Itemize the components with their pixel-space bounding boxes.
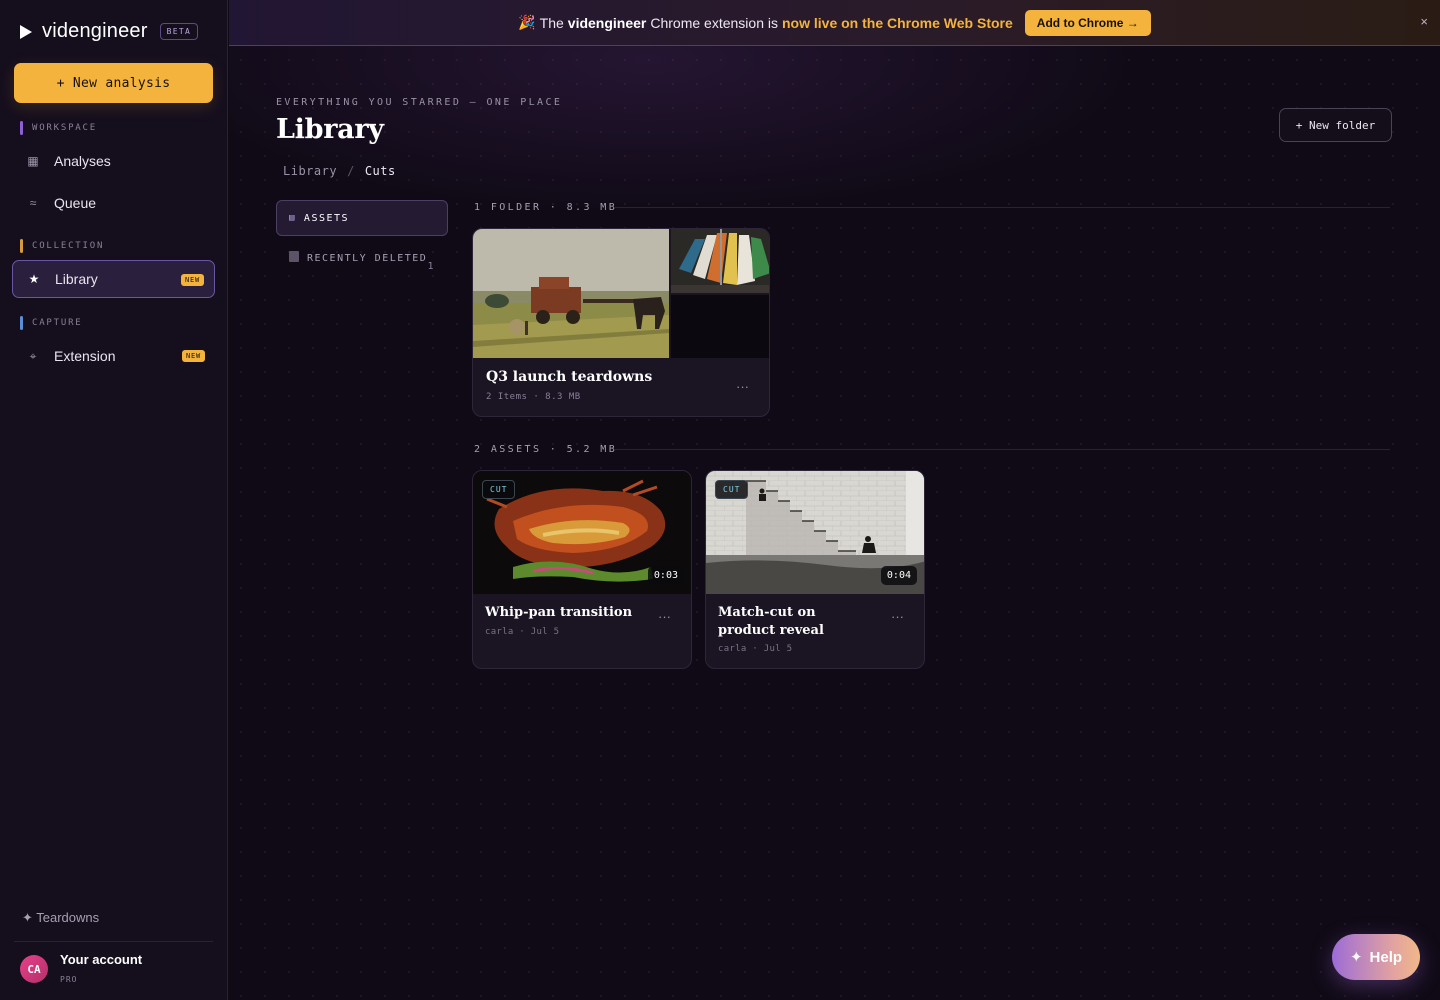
close-icon[interactable]: × — [1420, 14, 1428, 29]
asset-thumbnail: CUT 0:04 — [706, 471, 924, 594]
deleted-count: 1 — [427, 261, 435, 272]
duration-badge: 0:04 — [880, 566, 917, 585]
sidebar-item-analyses[interactable]: ▦ Analyses — [12, 142, 215, 180]
sidebar-item-library[interactable]: ★ Library NEW — [12, 260, 215, 298]
add-to-chrome-button[interactable]: Add to Chrome → — [1024, 9, 1151, 36]
banner-text: Chrome extension is — [650, 14, 778, 31]
section-label-workspace: WORKSPACE — [20, 121, 97, 135]
help-label: Help — [1369, 948, 1403, 966]
more-options-icon[interactable]: ··· — [658, 609, 671, 624]
folders-heading: 1 FOLDER · 8.3 MB — [474, 202, 617, 213]
group-heading-text: 1 FOLDER · 8.3 MB — [474, 202, 618, 213]
avatar[interactable]: CA — [20, 955, 48, 983]
new-badge: NEW — [181, 350, 205, 362]
asset-title: Match-cut on product reveal — [718, 605, 824, 638]
breadcrumb-separator: / — [347, 164, 355, 178]
page-eyebrow: EVERYTHING YOU STARRED — ONE PLACE — [276, 97, 563, 108]
assets-heading: 2 ASSETS · 5.2 MB — [474, 444, 617, 455]
sidebar-item-label: Extension — [54, 348, 116, 364]
divider — [614, 207, 1390, 208]
party-icon: 🎉 — [518, 14, 536, 30]
cut-tag: CUT — [482, 480, 516, 499]
divider — [14, 941, 213, 942]
subnav-assets[interactable]: ▤ ASSETS — [276, 200, 448, 236]
list-icon: ▤ — [289, 213, 296, 223]
section-label-collection: COLLECTION — [20, 239, 104, 253]
asset-card[interactable]: CUT 0:04 Match-cut on product reveal car… — [705, 470, 925, 669]
crosshair-icon: ⌖ — [29, 348, 37, 363]
folder-title: Q3 launch teardowns — [486, 369, 653, 385]
help-button[interactable]: ✦ Help — [1332, 934, 1420, 980]
asset-title: Whip-pan transition — [485, 605, 633, 620]
cut-tag: CUT — [715, 480, 749, 499]
new-badge: NEW — [180, 274, 204, 286]
sidebar-item-label: Library — [55, 271, 98, 287]
star-icon: ★ — [28, 272, 40, 286]
breadcrumb-root[interactable]: Library — [283, 164, 337, 178]
new-analysis-button[interactable]: + New analysis — [14, 63, 213, 103]
sparkle-icon: ✦ — [1349, 949, 1363, 966]
sidebar-item-label: Queue — [54, 195, 97, 211]
folder-thumbnail — [473, 229, 669, 358]
account-plan: PRO — [60, 975, 78, 984]
asset-thumbnail: CUT 0:03 — [473, 471, 691, 594]
folder-card[interactable]: Q3 launch teardowns 2 Items · 8.3 MB ··· — [472, 228, 770, 417]
folder-meta: 2 Items · 8.3 MB — [486, 392, 581, 402]
beta-badge: BETA — [159, 23, 199, 40]
section-label-capture: CAPTURE — [20, 316, 83, 330]
new-folder-button[interactable]: + New folder — [1279, 108, 1392, 142]
waves-icon: ≈ — [29, 196, 37, 210]
more-options-icon[interactable]: ··· — [891, 609, 904, 624]
banner-brand: videngineer — [567, 14, 647, 31]
brand[interactable]: videngineer BETA — [20, 20, 199, 43]
teardowns-link[interactable]: ✦ Teardowns — [22, 910, 99, 926]
folder-thumbnail — [671, 229, 769, 293]
banner-highlight[interactable]: now live on the Chrome Web Store — [782, 15, 1013, 31]
sidebar-item-label: Analyses — [54, 153, 111, 169]
folder-thumbnail-empty — [671, 295, 769, 358]
sidebar-item-extension[interactable]: ⌖ Extension NEW — [12, 337, 215, 375]
brand-name: videngineer — [42, 20, 148, 42]
main-content: 🎉 The videngineer Chrome extension is no… — [229, 0, 1440, 1000]
asset-card[interactable]: CUT 0:03 Whip-pan transition carla · Jul… — [472, 470, 692, 669]
duration-badge: 0:03 — [647, 566, 684, 585]
breadcrumb-current: Cuts — [364, 164, 396, 178]
group-heading-text: 2 ASSETS · 5.2 MB — [474, 444, 618, 455]
sidebar-item-queue[interactable]: ≈ Queue — [12, 184, 215, 222]
page-title: Library — [276, 114, 384, 145]
announcement-banner: 🎉 The videngineer Chrome extension is no… — [229, 0, 1440, 46]
banner-text: The — [539, 14, 564, 31]
account-name[interactable]: Your account — [60, 952, 142, 967]
sidebar: videngineer BETA + New analysis WORKSPAC… — [0, 0, 228, 1000]
subnav-label: RECENTLY DELETED — [307, 253, 428, 264]
grid-icon: ▦ — [27, 154, 39, 168]
more-options-icon[interactable]: ··· — [736, 379, 749, 394]
subnav-recently-deleted[interactable]: RECENTLY DELETED 1 — [289, 251, 439, 272]
trash-icon — [289, 251, 299, 262]
asset-meta: carla · Jul 5 — [485, 627, 560, 637]
asset-meta: carla · Jul 5 — [718, 644, 793, 654]
play-logo-icon — [20, 24, 32, 39]
subnav-label: ASSETS — [303, 212, 350, 224]
divider — [614, 449, 1390, 450]
breadcrumb: Library / Cuts — [283, 164, 396, 178]
